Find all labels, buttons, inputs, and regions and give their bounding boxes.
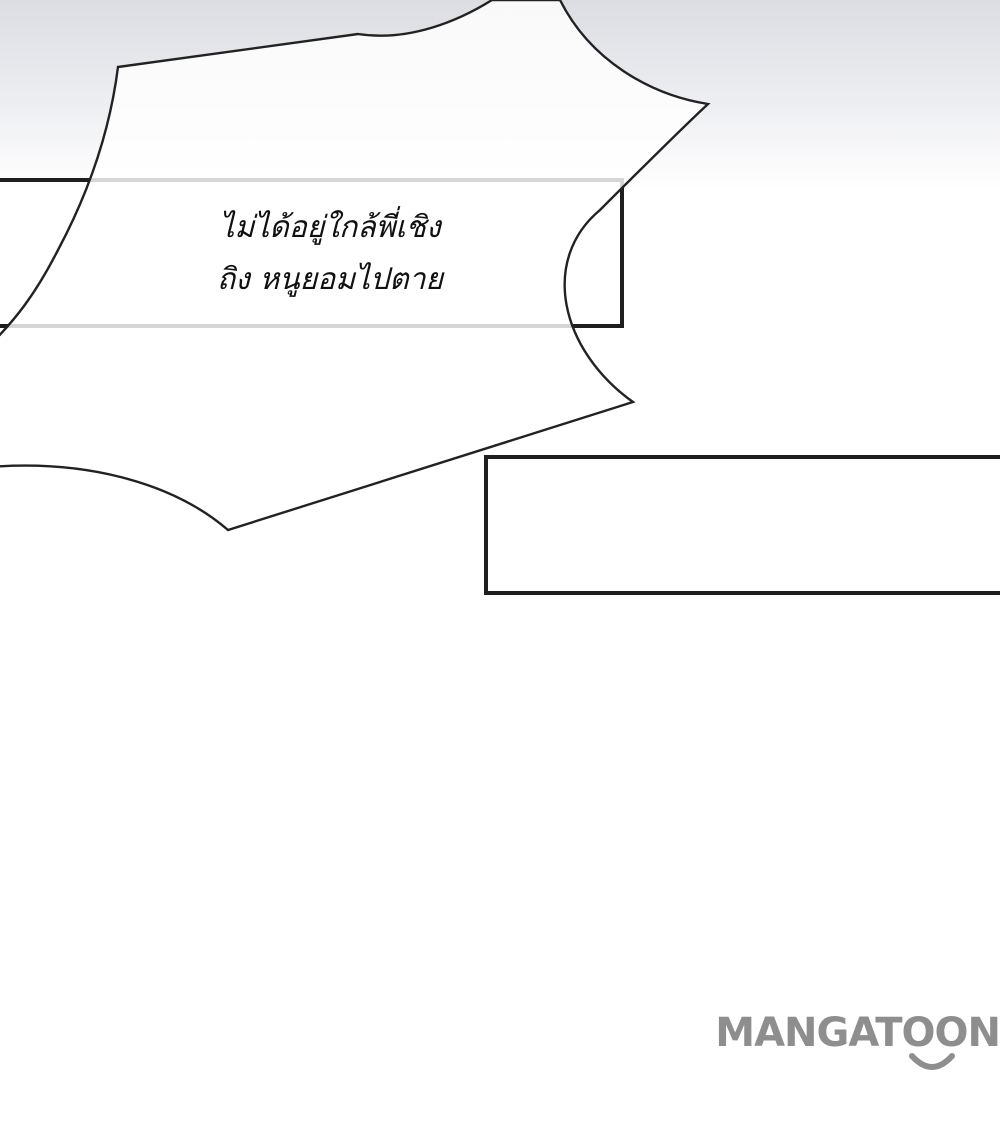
watermark-logo-text: MANGATOON — [715, 1010, 1000, 1056]
speech-bubble-text: ไม่ได้อยู่ใกล้พี่เชิง ถิง หนูยอมไปตาย — [130, 202, 530, 306]
speech-line-1: ไม่ได้อยู่ใกล้พี่เชิง — [219, 210, 441, 245]
watermark-smile-icon — [909, 1053, 955, 1070]
mangatoon-watermark: MANGATOON — [700, 1002, 1000, 1082]
speech-line-2: ถิง หนูยอมไปตาย — [216, 262, 444, 297]
